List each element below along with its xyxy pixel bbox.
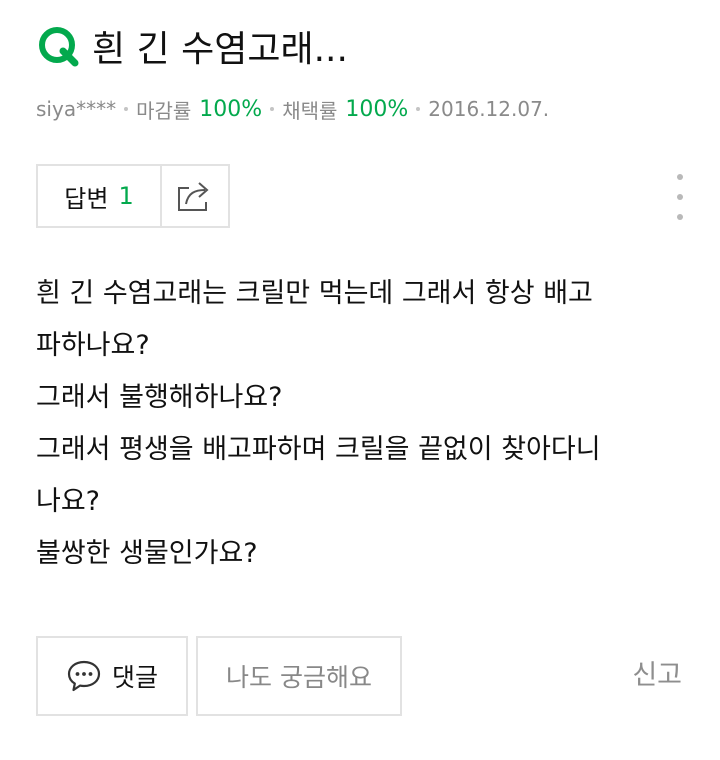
separator-dot	[124, 107, 129, 111]
body-line: 불쌍한 생물인가요?	[36, 538, 258, 569]
separator-dot	[416, 107, 421, 111]
author-name[interactable]: siya****	[36, 97, 116, 121]
answer-button[interactable]: 답변 1	[38, 166, 162, 226]
body-line: 흰 긴 수염고래는 크릴만 먹는데 그래서 항상 배고	[36, 278, 593, 309]
question-meta: siya**** 마감률 100% 채택률 100% 2016.12.07.	[36, 92, 549, 126]
share-icon	[178, 182, 209, 211]
answer-label: 답변	[64, 184, 109, 213]
q-icon	[39, 27, 79, 67]
me-too-curious-button[interactable]: 나도 궁금해요	[196, 636, 402, 716]
speech-bubble-icon	[67, 660, 101, 692]
adoption-rate-label: 채택률	[282, 98, 338, 123]
report-link[interactable]: 신고	[632, 656, 682, 696]
more-vertical-icon	[677, 214, 683, 220]
comment-button[interactable]: 댓글	[36, 636, 188, 716]
body-line: 그래서 불행해하나요?	[36, 382, 283, 413]
more-options-button[interactable]	[670, 174, 690, 220]
question-title: 흰 긴 수염고래...	[92, 29, 348, 70]
body-line: 나요?	[36, 486, 101, 517]
adoption-rate-value: 100%	[345, 96, 409, 122]
separator-dot	[270, 107, 275, 111]
more-vertical-icon	[677, 174, 683, 180]
body-line: 그래서 평생을 배고파하며 크릴을 끝없이 찾아다니	[36, 434, 601, 465]
share-button[interactable]	[162, 166, 228, 226]
question-title-row: 흰 긴 수염고래...	[36, 18, 348, 74]
curious-label: 나도 궁금해요	[226, 663, 372, 692]
closing-rate-label: 마감률	[136, 98, 192, 123]
question-body: 흰 긴 수염고래는 크릴만 먹는데 그래서 항상 배고 파하나요? 그래서 불행…	[36, 268, 686, 580]
answer-share-group: 답변 1	[36, 164, 230, 228]
more-vertical-icon	[677, 194, 683, 200]
closing-rate-value: 100%	[199, 96, 263, 122]
comment-label: 댓글	[111, 663, 158, 692]
question-date: 2016.12.07.	[428, 97, 550, 121]
answer-count: 1	[118, 182, 134, 210]
body-line: 파하나요?	[36, 330, 150, 361]
